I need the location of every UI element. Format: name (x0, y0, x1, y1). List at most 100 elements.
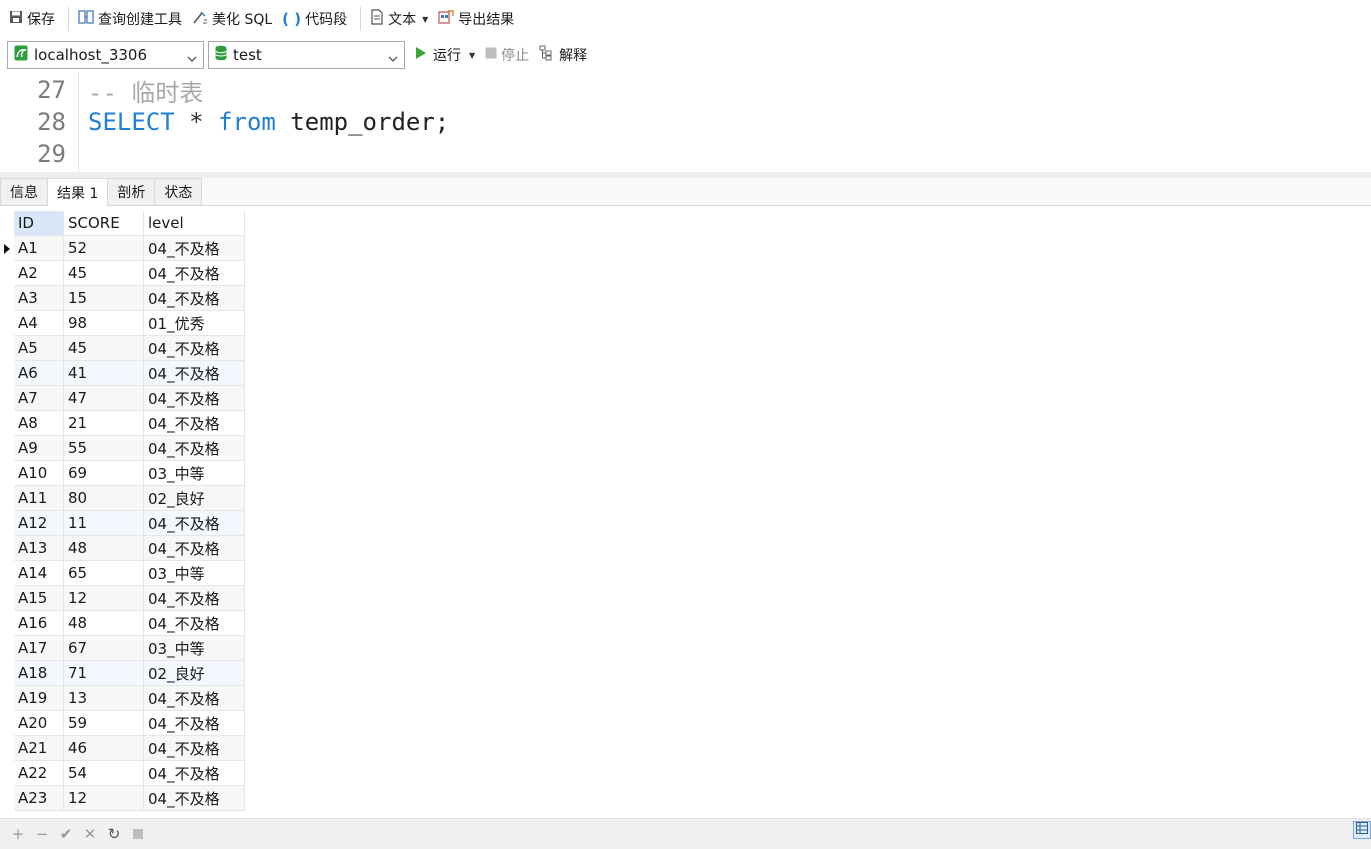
cell-id[interactable]: A22 (14, 761, 64, 786)
table-row[interactable]: A21 46 04_不及格 (0, 736, 245, 761)
table-row[interactable]: A16 48 04_不及格 (0, 611, 245, 636)
cell-score[interactable]: 67 (64, 636, 144, 661)
row-indicator[interactable] (0, 511, 14, 536)
cell-score[interactable]: 52 (64, 236, 144, 261)
chevron-down-icon[interactable]: ▼ (469, 51, 475, 60)
cell-score[interactable]: 21 (64, 411, 144, 436)
cell-level[interactable]: 04_不及格 (144, 361, 245, 386)
row-indicator[interactable] (0, 461, 14, 486)
column-header-id[interactable]: ID (14, 211, 64, 236)
database-select[interactable]: test (208, 41, 405, 69)
row-indicator[interactable] (0, 736, 14, 761)
table-row[interactable]: A1 52 04_不及格 (0, 236, 245, 261)
row-indicator[interactable] (0, 336, 14, 361)
row-indicator[interactable] (0, 286, 14, 311)
table-row[interactable]: A11 80 02_良好 (0, 486, 245, 511)
cell-score[interactable]: 47 (64, 386, 144, 411)
row-indicator[interactable] (0, 311, 14, 336)
row-indicator[interactable] (0, 586, 14, 611)
table-row[interactable]: A4 98 01_优秀 (0, 311, 245, 336)
row-indicator[interactable] (0, 561, 14, 586)
cell-score[interactable]: 15 (64, 286, 144, 311)
stop-fetch-button[interactable] (126, 822, 150, 846)
row-indicator[interactable] (0, 636, 14, 661)
table-row[interactable]: A9 55 04_不及格 (0, 436, 245, 461)
cell-id[interactable]: A12 (14, 511, 64, 536)
cell-level[interactable]: 04_不及格 (144, 261, 245, 286)
cell-id[interactable]: A4 (14, 311, 64, 336)
cell-level[interactable]: 04_不及格 (144, 611, 245, 636)
apply-changes-button[interactable]: ✔ (54, 822, 78, 846)
table-row[interactable]: A18 71 02_良好 (0, 661, 245, 686)
row-indicator[interactable] (0, 536, 14, 561)
stop-button[interactable]: 停止 (485, 45, 529, 65)
row-indicator[interactable] (0, 711, 14, 736)
row-indicator[interactable] (0, 361, 14, 386)
cell-score[interactable]: 80 (64, 486, 144, 511)
add-record-button[interactable]: + (6, 822, 30, 846)
row-indicator[interactable] (0, 611, 14, 636)
cell-id[interactable]: A19 (14, 686, 64, 711)
query-builder-button[interactable]: 查询创建工具 (75, 6, 185, 32)
row-indicator[interactable] (0, 686, 14, 711)
cell-level[interactable]: 04_不及格 (144, 236, 245, 261)
cell-level[interactable]: 04_不及格 (144, 386, 245, 411)
connection-select[interactable]: localhost_3306 (7, 41, 204, 69)
cell-id[interactable]: A16 (14, 611, 64, 636)
row-indicator[interactable] (0, 386, 14, 411)
cell-id[interactable]: A3 (14, 286, 64, 311)
table-row[interactable]: A20 59 04_不及格 (0, 711, 245, 736)
cell-level[interactable]: 02_良好 (144, 661, 245, 686)
table-row[interactable]: A13 48 04_不及格 (0, 536, 245, 561)
row-indicator[interactable] (0, 261, 14, 286)
cell-score[interactable]: 55 (64, 436, 144, 461)
tab-profile[interactable]: 剖析 (107, 178, 156, 205)
cell-score[interactable]: 54 (64, 761, 144, 786)
code-snippet-button[interactable]: ( ) 代码段 (279, 6, 350, 32)
table-row[interactable]: A2 45 04_不及格 (0, 261, 245, 286)
cell-score[interactable]: 46 (64, 736, 144, 761)
run-button[interactable]: 运行 ▼ (415, 45, 475, 65)
cell-level[interactable]: 04_不及格 (144, 686, 245, 711)
cell-score[interactable]: 11 (64, 511, 144, 536)
export-results-button[interactable]: 导出结果 (435, 6, 517, 32)
cell-level[interactable]: 04_不及格 (144, 586, 245, 611)
cell-level[interactable]: 04_不及格 (144, 736, 245, 761)
row-indicator[interactable] (0, 236, 14, 261)
cell-level[interactable]: 04_不及格 (144, 336, 245, 361)
tab-info[interactable]: 信息 (0, 178, 48, 205)
cell-level[interactable]: 04_不及格 (144, 711, 245, 736)
cell-id[interactable]: A8 (14, 411, 64, 436)
cell-score[interactable]: 69 (64, 461, 144, 486)
beautify-sql-button[interactable]: 美化 SQL (189, 6, 275, 32)
tab-status[interactable]: 状态 (154, 178, 203, 205)
cell-level[interactable]: 03_中等 (144, 636, 245, 661)
cell-score[interactable]: 65 (64, 561, 144, 586)
cell-id[interactable]: A15 (14, 586, 64, 611)
save-button[interactable]: 保存 (6, 6, 58, 32)
cell-score[interactable]: 12 (64, 586, 144, 611)
row-indicator[interactable] (0, 661, 14, 686)
table-row[interactable]: A10 69 03_中等 (0, 461, 245, 486)
cell-level[interactable]: 04_不及格 (144, 536, 245, 561)
table-row[interactable]: A12 11 04_不及格 (0, 511, 245, 536)
row-indicator[interactable] (0, 786, 14, 811)
cell-level[interactable]: 04_不及格 (144, 436, 245, 461)
cell-score[interactable]: 45 (64, 336, 144, 361)
table-row[interactable]: A19 13 04_不及格 (0, 686, 245, 711)
table-row[interactable]: A14 65 03_中等 (0, 561, 245, 586)
cell-level[interactable]: 02_良好 (144, 486, 245, 511)
cell-id[interactable]: A7 (14, 386, 64, 411)
column-header-level[interactable]: level (144, 211, 245, 236)
table-row[interactable]: A6 41 04_不及格 (0, 361, 245, 386)
explain-button[interactable]: 解释 (539, 45, 587, 65)
cell-score[interactable]: 41 (64, 361, 144, 386)
cell-id[interactable]: A20 (14, 711, 64, 736)
cell-id[interactable]: A5 (14, 336, 64, 361)
table-row[interactable]: A7 47 04_不及格 (0, 386, 245, 411)
cell-level[interactable]: 04_不及格 (144, 761, 245, 786)
delete-record-button[interactable]: − (30, 822, 54, 846)
discard-changes-button[interactable]: ✕ (78, 822, 102, 846)
cell-id[interactable]: A18 (14, 661, 64, 686)
row-indicator[interactable] (0, 486, 14, 511)
